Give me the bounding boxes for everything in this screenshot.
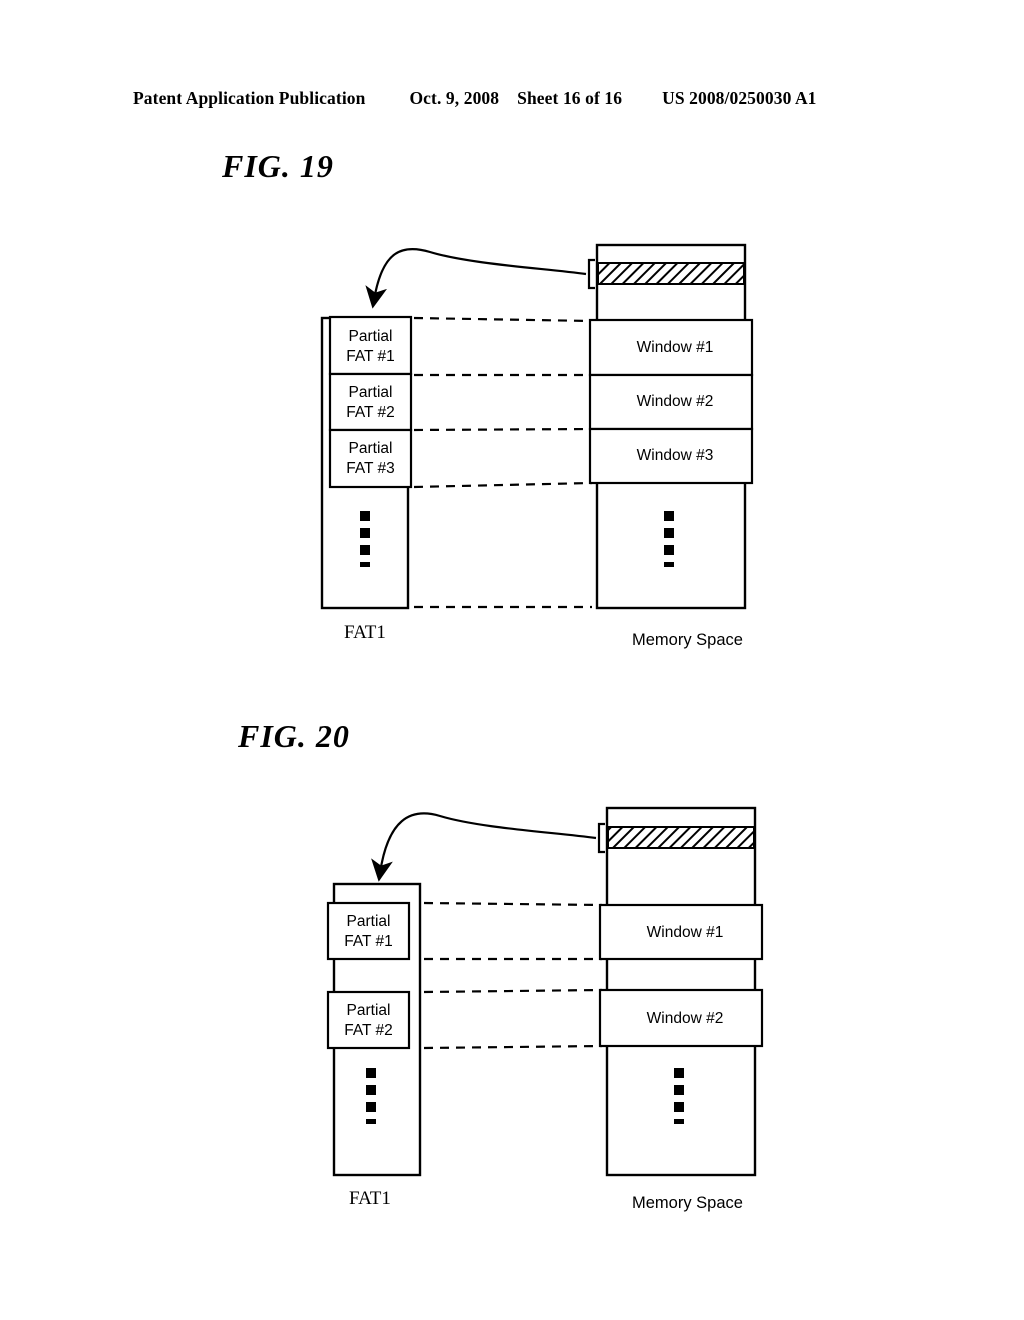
fig20-partial-fat-blocks: [326, 901, 411, 1050]
fig20-band-bracket: [597, 822, 605, 854]
fig20-window-box-1: [598, 903, 764, 961]
fig20-right-ellipsis: [674, 1068, 684, 1124]
fig20-window-blocks: [598, 903, 764, 1048]
fig20-connector-4: [423, 1044, 603, 1050]
fig20-connectors: [423, 901, 603, 1050]
fig20-window-box-2: [598, 988, 764, 1048]
fig20-left-ellipsis: [366, 1068, 376, 1124]
fig20-memory-space-caption: Memory Space: [632, 1194, 743, 1212]
fig20-partial-fat-box-1: [326, 901, 411, 961]
fig20-hatched-band: [607, 826, 755, 849]
fig20-fat1-caption: FAT1: [349, 1188, 391, 1209]
fig20-partial-fat-box-2: [326, 990, 411, 1050]
fig20-connector-3: [423, 988, 603, 994]
fig20-connector-1: [423, 901, 603, 907]
figure-20: Partial FAT #1 Partial FAT #2 Window #1 …: [0, 0, 1024, 1320]
fig20-curved-arrow: [371, 812, 597, 882]
